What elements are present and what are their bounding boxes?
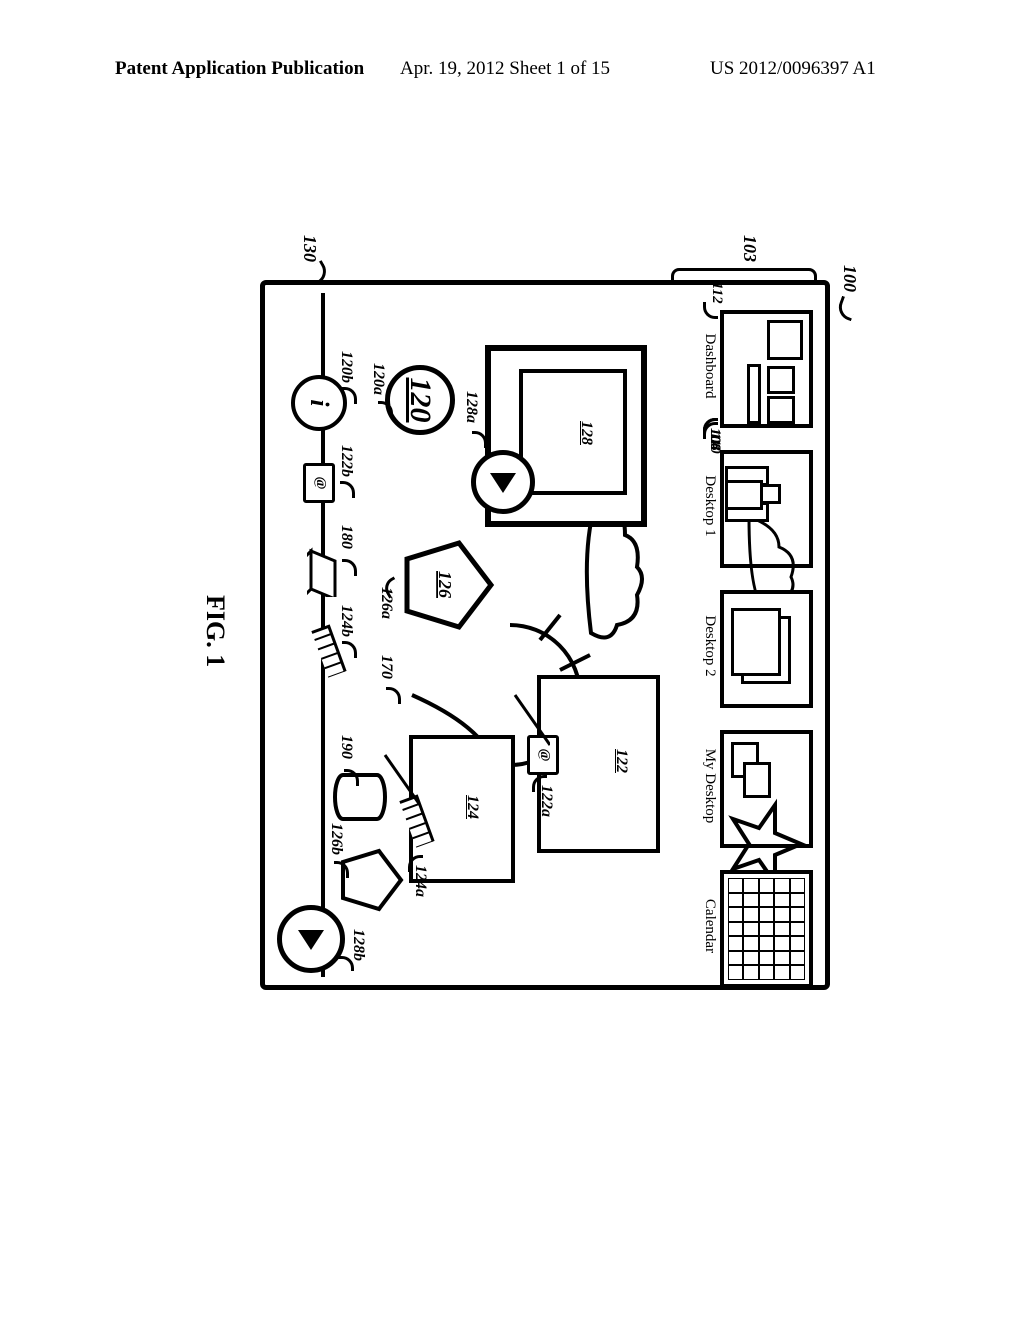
ref-120a: 120a	[369, 363, 387, 395]
ref-126b: 126b	[327, 823, 345, 855]
header-publication: Patent Application Publication	[115, 58, 364, 80]
thumb-mydesktop: My Desktop 110	[701, 730, 813, 842]
ref-100: 100	[839, 265, 860, 292]
thumb-dashboard-box	[720, 310, 813, 428]
header-date-sheet: Apr. 19, 2012 Sheet 1 of 15	[400, 58, 610, 80]
figure-area: 100 103 130 FIG. 1 Dashboard	[140, 220, 870, 1040]
dock-folder-icon	[307, 545, 341, 597]
thumb-desktop2-box	[720, 590, 813, 708]
thumb-desktop1-label: Desktop 1	[701, 450, 718, 562]
figure-rotated: 100 103 130 FIG. 1 Dashboard	[140, 220, 870, 1040]
thumbnails-row: Dashboard 104	[701, 310, 813, 982]
figure-label: FIG. 1	[200, 595, 230, 667]
thumb-mydesktop-box	[720, 730, 813, 848]
ref-124: 124	[463, 795, 481, 819]
ref-120b: 120b	[337, 351, 355, 383]
ref-122b: 122b	[337, 445, 355, 477]
dock-play-icon	[277, 905, 345, 973]
play-icon-128	[471, 450, 535, 514]
thumb-desktop2: Desktop 2 108	[701, 590, 813, 702]
ref-126: 126	[435, 571, 455, 598]
dock-mail-icon: @	[303, 463, 335, 503]
ref-190: 190	[337, 735, 355, 759]
thumb-desktop1: Desktop 1 106	[701, 450, 813, 562]
thumb-calendar: Calendar 112	[701, 870, 813, 982]
page: Patent Application Publication Apr. 19, …	[0, 0, 1024, 1320]
info-icon-120: 120	[385, 365, 455, 435]
app-icon-126b	[335, 845, 405, 915]
ref-128: 128	[577, 421, 595, 445]
ref-122: 122	[612, 749, 630, 773]
bridge-interface-100: Dashboard 104	[260, 280, 830, 990]
dock-info-icon: i	[291, 375, 347, 431]
ref-124b: 124b	[337, 605, 355, 637]
ref-180: 180	[337, 525, 355, 549]
ref-120: 120	[403, 378, 437, 423]
ref-170: 170	[377, 655, 395, 679]
app-icon-126: 126	[397, 535, 497, 635]
ref-103: 103	[739, 235, 760, 262]
thumb-desktop1-box	[720, 450, 813, 568]
ref-130: 130	[299, 235, 320, 262]
ref-128a: 128a	[462, 391, 480, 423]
ref-128b: 128b	[349, 929, 367, 961]
thumb-calendar-label: Calendar	[701, 870, 718, 982]
thumb-desktop2-label: Desktop 2	[701, 590, 718, 702]
thumb-mydesktop-label: My Desktop	[701, 730, 718, 842]
calendar-grid-icon	[728, 878, 805, 980]
header-pubnum: US 2012/0096397 A1	[710, 58, 876, 80]
ref-112: 112	[708, 282, 725, 304]
thumb-dashboard: Dashboard 104	[701, 310, 813, 422]
thumb-calendar-box	[720, 870, 813, 988]
thumb-dashboard-label: Dashboard	[701, 310, 718, 422]
